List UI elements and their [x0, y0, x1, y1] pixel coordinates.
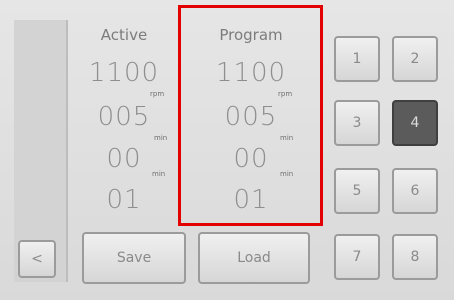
- touch-screen: Active 1100 rpm 005 min 00 min 01 Progra…: [0, 0, 454, 300]
- key-8-label: 8: [410, 249, 420, 265]
- key-4-label: 4: [410, 115, 420, 131]
- save-button[interactable]: Save: [82, 232, 186, 284]
- active-speed-value: 1100: [88, 58, 160, 88]
- active-count-value: 01: [106, 185, 142, 215]
- key-7-button[interactable]: 7: [334, 234, 380, 280]
- active-time1-value: 005: [97, 102, 151, 132]
- load-label: Load: [237, 250, 271, 266]
- active-column: Active 1100 rpm 005 min 00 min 01: [70, 20, 178, 220]
- active-time2-unit: min: [152, 170, 166, 178]
- key-3-button[interactable]: 3: [334, 100, 380, 146]
- key-3-label: 3: [352, 115, 362, 131]
- back-arrow-icon: <: [31, 251, 43, 267]
- active-speed-unit: rpm: [150, 90, 165, 98]
- program-speed-unit: rpm: [278, 90, 293, 98]
- program-column: Program 1100 rpm 005 min 00 min 01: [182, 20, 320, 220]
- key-1-button[interactable]: 1: [334, 36, 380, 82]
- program-time2-unit: min: [280, 170, 294, 178]
- program-header: Program: [219, 26, 283, 44]
- key-1-label: 1: [352, 51, 362, 67]
- load-button[interactable]: Load: [198, 232, 310, 284]
- program-time1-unit: min: [280, 134, 294, 142]
- active-header: Active: [100, 26, 148, 44]
- key-7-label: 7: [352, 249, 362, 265]
- key-5-label: 5: [352, 183, 362, 199]
- key-8-button[interactable]: 8: [392, 234, 438, 280]
- key-2-label: 2: [410, 51, 420, 67]
- program-time2-value[interactable]: 00: [182, 144, 320, 174]
- back-button[interactable]: <: [18, 240, 56, 278]
- key-6-label: 6: [410, 183, 420, 199]
- key-4-button[interactable]: 4: [392, 100, 438, 146]
- key-6-button[interactable]: 6: [392, 168, 438, 214]
- program-speed-value[interactable]: 1100: [182, 58, 320, 88]
- program-time1-value[interactable]: 005: [182, 102, 320, 132]
- save-label: Save: [116, 250, 152, 266]
- key-2-button[interactable]: 2: [392, 36, 438, 82]
- key-5-button[interactable]: 5: [334, 168, 380, 214]
- program-count-value[interactable]: 01: [182, 185, 320, 215]
- active-time1-unit: min: [154, 134, 168, 142]
